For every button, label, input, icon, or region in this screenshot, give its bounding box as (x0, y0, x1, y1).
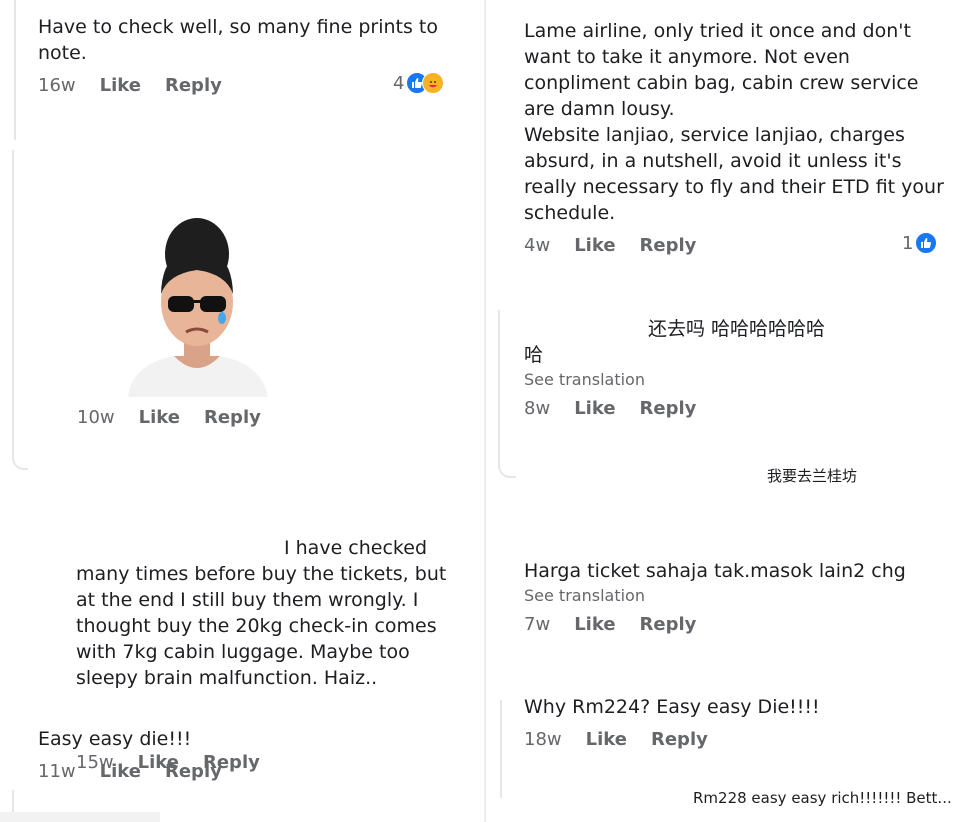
reaction-count: 4 (393, 72, 405, 94)
thumbs-up-icon (915, 232, 938, 254)
reply-button[interactable]: Reply (640, 398, 697, 419)
reply-button[interactable]: Reply (651, 729, 708, 750)
thread-line (12, 150, 28, 470)
comment-time[interactable]: 8w (524, 398, 550, 419)
reaction-summary[interactable]: 4 (393, 72, 445, 94)
like-button[interactable]: Like (139, 407, 180, 428)
comment-time[interactable]: 4w (524, 235, 550, 256)
comment-meta: 10w Like Reply (77, 404, 377, 430)
like-button[interactable]: Like (100, 761, 141, 782)
comment-text-body: I have checked many times before buy the… (76, 537, 447, 689)
comment: Lame airline, only tried it once and don… (524, 18, 944, 258)
comment-text: Why Rm224? Easy easy Die!!!! (524, 696, 820, 718)
comment: Rm228 easy easy rich!!!!!!! Bett... (693, 788, 963, 808)
comment: 10w Like Reply (77, 398, 377, 430)
care-face-icon (422, 72, 445, 94)
comment-text: I have checked many times before buy the… (76, 483, 466, 743)
comment: 我要去兰桂坊 (767, 466, 947, 486)
panel-divider (484, 0, 486, 822)
comment-text: Easy easy die!!! (38, 728, 192, 750)
thread-line (498, 310, 516, 478)
reply-button[interactable]: Reply (165, 761, 222, 782)
like-button[interactable]: Like (574, 235, 615, 256)
thread-line (500, 700, 516, 798)
comment: Harga ticket sahaja tak.masok lain2 chg … (524, 558, 944, 637)
reply-button[interactable]: Reply (640, 235, 697, 256)
comment-meta: 11w Like Reply (38, 758, 438, 784)
comment-meta: 7w Like Reply (524, 611, 944, 637)
comment-time[interactable]: 7w (524, 614, 550, 635)
comment-meta: 18w Like Reply (524, 726, 944, 752)
redacted-name (0, 812, 160, 822)
reply-button[interactable]: Reply (204, 407, 261, 428)
reply-button[interactable]: Reply (165, 75, 222, 96)
comment-text: Rm228 easy easy rich!!!!!!! Bett... (693, 789, 952, 807)
comment-time[interactable]: 10w (77, 407, 115, 428)
comment-meta: 4w Like Reply (524, 232, 944, 258)
reaction-count: 1 (902, 232, 914, 254)
comment-text: Have to check well, so many fine prints … (38, 16, 438, 64)
like-button[interactable]: Like (574, 614, 615, 635)
comment-time[interactable]: 18w (524, 729, 562, 750)
comment-time[interactable]: 16w (38, 75, 76, 96)
see-translation-link[interactable]: See translation (524, 586, 944, 605)
thread-line (14, 0, 30, 140)
reaction-summary[interactable]: 1 (902, 232, 938, 254)
like-button[interactable]: Like (574, 398, 615, 419)
like-button[interactable]: Like (586, 729, 627, 750)
comment-text: 我要去兰桂坊 (767, 467, 858, 485)
comment: Why Rm224? Easy easy Die!!!! 18w Like Re… (524, 694, 944, 752)
comment-time[interactable]: 11w (38, 761, 76, 782)
avatar-sticker (118, 214, 276, 397)
comment-text: Harga ticket sahaja tak.masok lain2 chg (524, 560, 906, 582)
like-button[interactable]: Like (100, 75, 141, 96)
comment: Easy easy die!!! 11w Like Reply (38, 726, 438, 784)
reply-button[interactable]: Reply (640, 614, 697, 635)
comment: 还去吗 哈哈哈哈哈哈 哈 See translation 8w Like Rep… (524, 316, 944, 421)
comment-text: 还去吗 哈哈哈哈哈哈 哈 (524, 318, 826, 366)
comment-text: Lame airline, only tried it once and don… (524, 20, 944, 224)
see-translation-link[interactable]: See translation (524, 370, 944, 389)
comment-meta: 8w Like Reply (524, 395, 944, 421)
